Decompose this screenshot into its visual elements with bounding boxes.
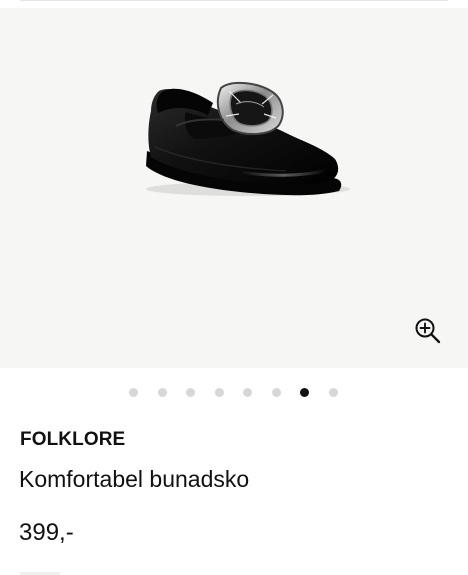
zoom-button[interactable] — [410, 313, 446, 349]
zoom-in-icon[interactable] — [413, 316, 443, 346]
page-dot[interactable] — [157, 388, 167, 397]
page-dot[interactable] — [243, 388, 252, 397]
page-dot[interactable] — [328, 388, 338, 397]
product-price: 399,- — [19, 519, 74, 546]
image-pagination-dots[interactable] — [0, 386, 468, 400]
product-image-gallery[interactable] — [0, 8, 468, 368]
page-dot[interactable] — [271, 388, 281, 397]
active-page-dot[interactable] — [300, 388, 309, 397]
product-brand: FOLKLORE — [20, 429, 126, 450]
product-shoe-image[interactable] — [0, 8, 468, 368]
page-dot[interactable] — [129, 388, 138, 397]
top-divider — [20, 0, 448, 1]
page-dot[interactable] — [186, 388, 195, 397]
product-title: Komfortabel bunadsko — [19, 466, 250, 492]
page-dot[interactable] — [214, 388, 224, 397]
